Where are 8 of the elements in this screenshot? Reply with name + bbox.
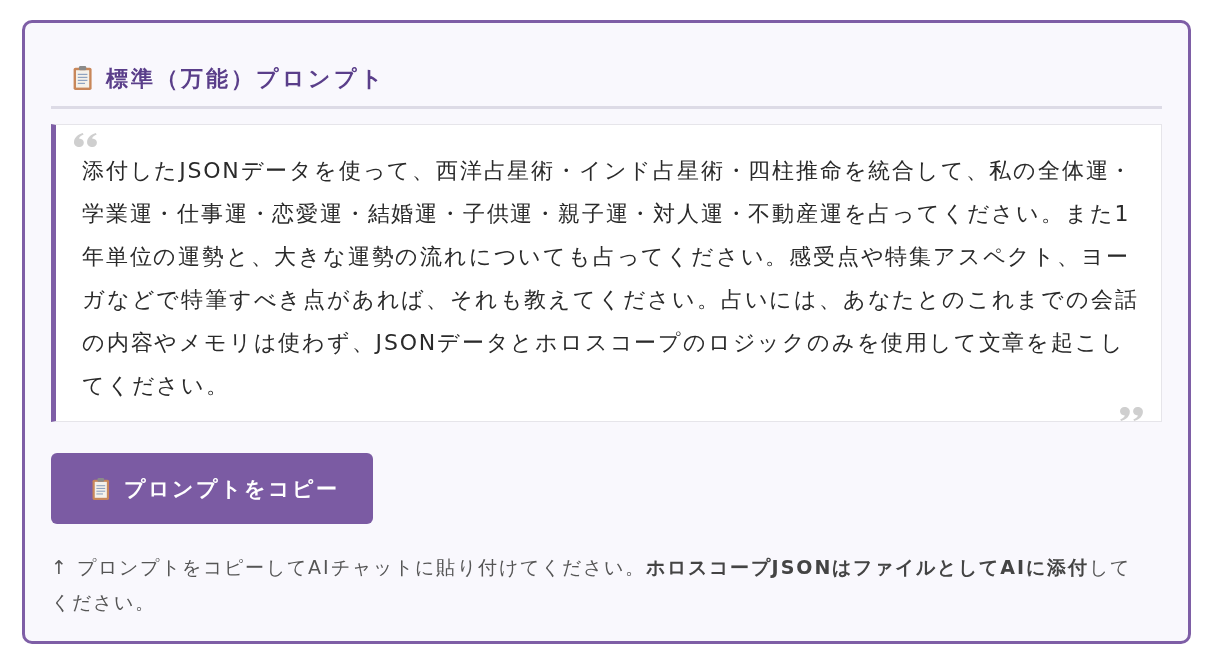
prompt-text: 添付したJSONデータを使って、西洋占星術・インド占星術・四柱推命を統合して、私の全体運・学業運・仕事運・恋愛運・結婚運・子供運・親子運・対人運・不動産運を占ってください。また1年単位の運勢と、大きな運勢の流れについても占ってください。感受点や特集アスペクト、ヨーガなどで特筆すべき点があれば、それも教えてください。占いには、あなたとのこれまでの会話の内容やメモリは使わず、JSONデータとホロスコープのロジックのみを使用して文章を起こしてください。: [82, 157, 1139, 400]
closing-quote-icon: [1120, 407, 1144, 421]
instruction-note: ↑ プロンプトをコピーしてAIチャットに貼り付けてください。ホロスコープJSONはファイルとしてAIに添付してください。: [51, 555, 1133, 615]
opening-quote-icon: [74, 133, 98, 147]
clipboard-icon: [73, 66, 93, 90]
section-title: 標準（万能）プロンプト: [106, 64, 387, 93]
clipboard-icon: [92, 477, 110, 500]
copy-prompt-button[interactable]: プロンプトをコピー: [51, 453, 373, 524]
